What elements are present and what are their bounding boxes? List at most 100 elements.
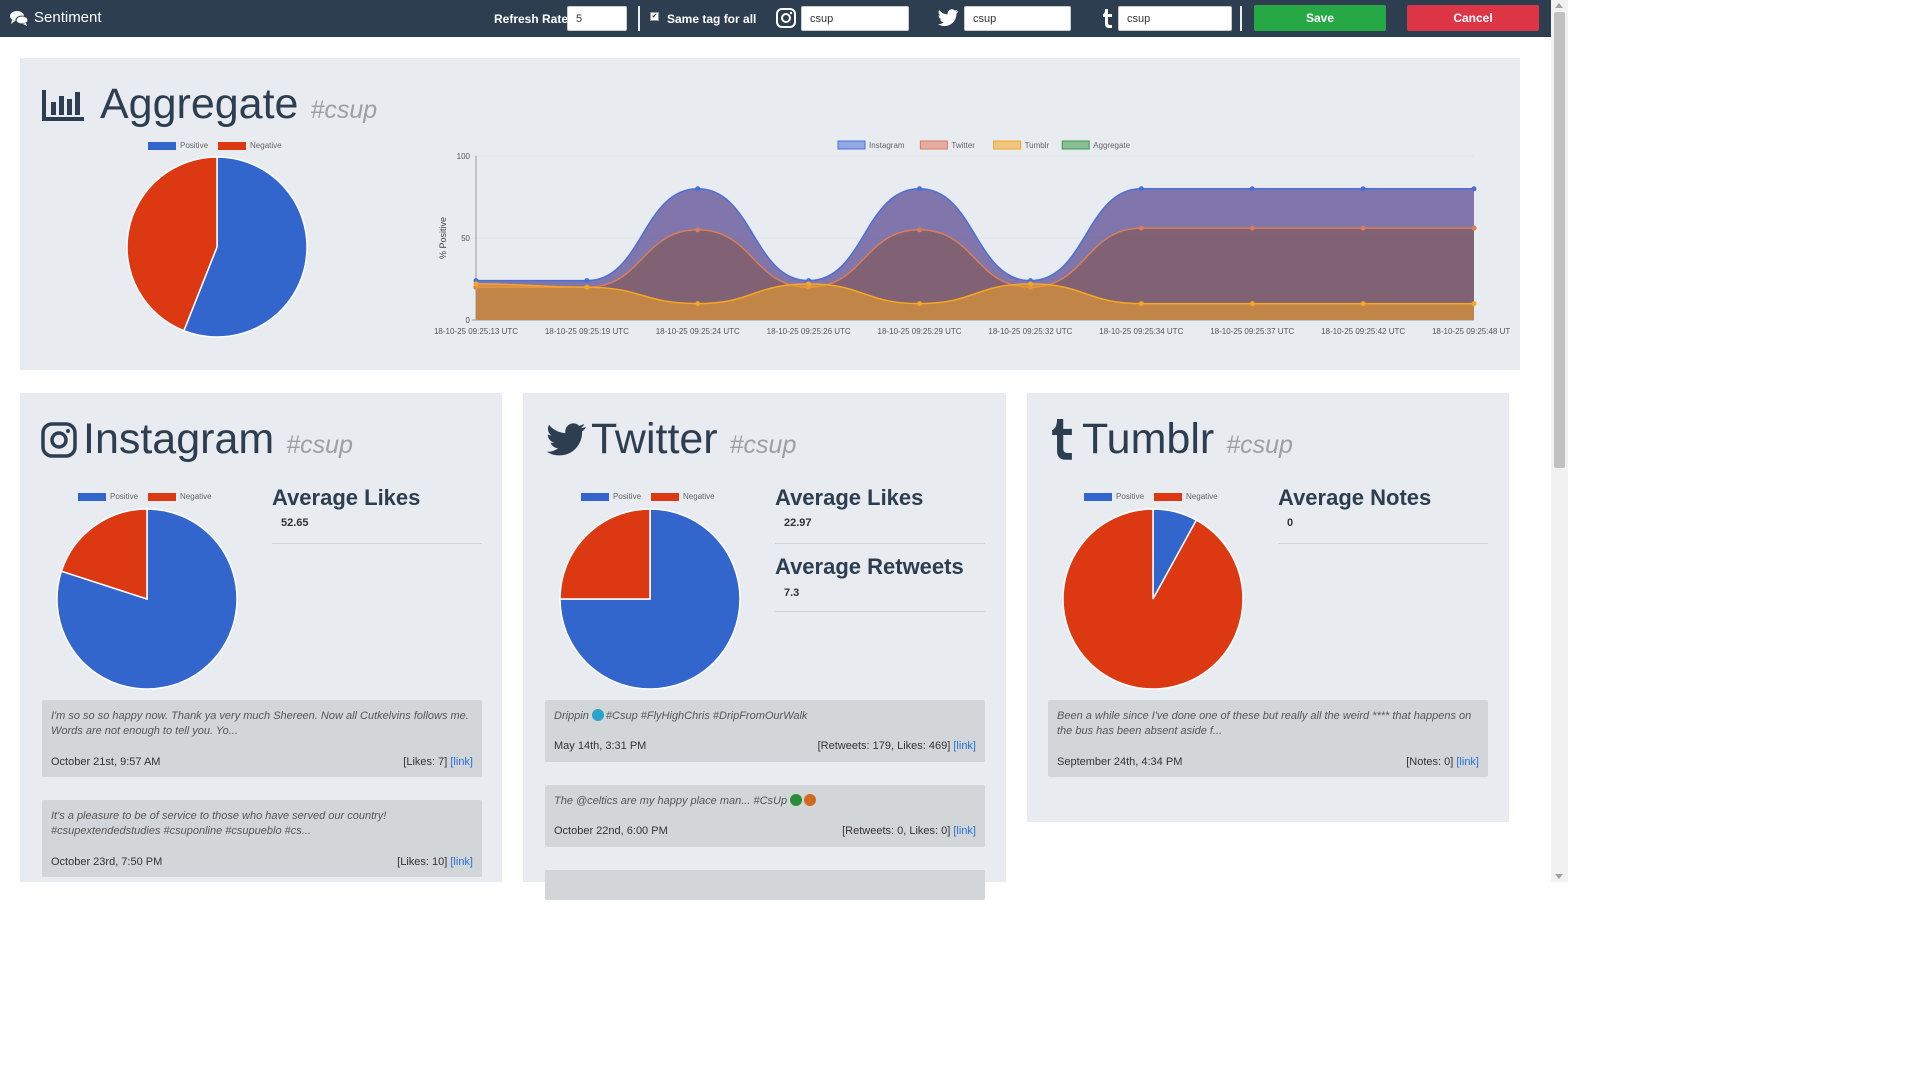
series-point-twitter: [1471, 225, 1477, 231]
scroll-up-arrow-icon[interactable]: [1555, 3, 1563, 8]
y-axis-label: % Positive: [438, 217, 448, 259]
aggregate-title: Aggregate: [100, 80, 299, 128]
post-text-part: Drippin: [554, 710, 589, 722]
instagram-pie-legend: Positive Negative: [78, 492, 212, 501]
post-link[interactable]: [link]: [450, 756, 473, 768]
series-point-tumblr: [917, 301, 923, 307]
scroll-down-arrow-icon[interactable]: [1555, 874, 1563, 879]
series-point-twitter: [1360, 225, 1366, 231]
post-card: I'm so so so happy now. Thank ya very mu…: [42, 700, 482, 777]
cancel-button[interactable]: Cancel: [1407, 5, 1539, 31]
legend-swatch: [919, 140, 948, 150]
aggregate-panel: Aggregate #csup Positive Negative Instag…: [20, 58, 1520, 370]
instagram-icon: [41, 421, 77, 458]
same-tag-checkbox[interactable]: ✔: [650, 12, 659, 21]
series-point-tumblr: [806, 281, 812, 287]
x-tick-label: 18-10-25 09:25:48 UTC: [1432, 327, 1510, 336]
legend-label-positive: Positive: [613, 492, 642, 501]
post-link[interactable]: [link]: [450, 856, 473, 868]
scroll-thumb[interactable]: [1554, 12, 1565, 468]
instagram-title: Instagram: [83, 415, 275, 463]
nav-divider: [638, 6, 640, 31]
twitter-tag-input[interactable]: [964, 6, 1071, 31]
series-point-instagram: [584, 278, 590, 284]
brand[interactable]: Sentiment: [10, 9, 102, 26]
comments-icon: [10, 10, 28, 26]
twitter-panel: Twitter #csup Positive Negative Average …: [523, 393, 1006, 900]
post-link[interactable]: [link]: [953, 740, 976, 752]
legend-swatch-positive: [581, 492, 609, 501]
x-tick-label: 18-10-25 09:25:37 UTC: [1210, 327, 1294, 336]
refresh-rate-input[interactable]: [567, 6, 627, 31]
post-meta: [Notes: 0] [link]: [1406, 756, 1479, 768]
legend-swatch-positive: [78, 492, 106, 501]
post-card: Been a while since I've done one of thes…: [1048, 700, 1488, 777]
legend-swatch: [993, 140, 1022, 150]
tumblr-panel: Tumblr #csup Positive Negative Average N…: [1027, 393, 1509, 822]
post-date: October 22nd, 6:00 PM: [554, 825, 668, 837]
aggregate-tag: #csup: [310, 96, 378, 124]
legend-swatch-negative: [148, 492, 177, 501]
post-text: Been a while since I've done one of thes…: [1057, 710, 1472, 737]
aggregate-line-chart: Instagram Twitter Tumblr Aggregate 0 50 100 % P…: [434, 140, 1510, 336]
post-date: October 23rd, 7:50 PM: [51, 856, 163, 868]
pie-slice-negative: [559, 508, 651, 600]
same-tag-label: Same tag for all: [667, 12, 757, 26]
shamrock-emoji-icon: [790, 794, 803, 806]
series-point-instagram: [695, 186, 701, 192]
x-tick-label: 18-10-25 09:25:13 UTC: [434, 327, 518, 336]
twitter-avg-retweets-label: Average Retweets: [775, 554, 964, 579]
y-tick-label: 100: [457, 152, 471, 161]
legend-label: Aggregate: [1093, 141, 1130, 150]
tumblr-tag-input[interactable]: [1118, 6, 1232, 31]
post-link[interactable]: [link]: [1456, 756, 1479, 768]
post-text: I'm so so so happy now. Thank ya very mu…: [51, 710, 469, 737]
instagram-panel: Instagram #csup Positive Negative Averag…: [20, 393, 502, 882]
post-date: October 21st, 9:57 AM: [51, 756, 161, 768]
legend-swatch-negative: [651, 492, 680, 501]
legend-label-positive: Positive: [180, 141, 209, 150]
legend-label-positive: Positive: [110, 492, 139, 501]
legend-label-positive: Positive: [1116, 492, 1145, 501]
save-button[interactable]: Save: [1254, 5, 1386, 31]
instagram-header: Instagram #csup: [41, 415, 353, 464]
post-date: September 24th, 4:34 PM: [1057, 756, 1183, 768]
x-tick-label: 18-10-25 09:25:34 UTC: [1099, 327, 1183, 336]
post-text: Drippin #Csup #FlyHighChris #DripFromOur…: [554, 709, 976, 724]
series-point-tumblr: [473, 281, 479, 287]
x-tick-label: 18-10-25 09:25:29 UTC: [878, 327, 962, 336]
post-link[interactable]: [link]: [953, 825, 976, 837]
brand-name: Sentiment: [34, 9, 102, 26]
post-card: Drippin #Csup #FlyHighChris #DripFromOur…: [545, 700, 985, 762]
twitter-avg-retweets-value: 7.3: [784, 587, 800, 599]
twitter-avg-likes-value: 22.97: [784, 517, 812, 529]
twitter-title: Twitter: [591, 415, 718, 463]
x-tick-label: 18-10-25 09:25:19 UTC: [545, 327, 629, 336]
series-point-tumblr: [1360, 301, 1366, 307]
instagram-tag-input[interactable]: [801, 6, 909, 31]
post-text-part: #Csup #FlyHighChris #DripFromOurWalk: [605, 710, 808, 722]
line-chart-legend: Instagram Twitter Tumblr Aggregate: [837, 140, 1131, 150]
page-scrollbar[interactable]: [1551, 0, 1568, 882]
legend-label-negative: Negative: [250, 141, 282, 150]
series-point-twitter: [1249, 225, 1255, 231]
legend-label-negative: Negative: [180, 492, 212, 501]
aggregate-header: Aggregate #csup: [42, 80, 377, 129]
post-stats: [Likes: 10]: [397, 856, 448, 868]
series-point-instagram: [1138, 186, 1144, 192]
series-point-instagram: [917, 186, 923, 192]
post-meta: [Likes: 10] [link]: [397, 856, 473, 868]
football-emoji-icon: [804, 794, 817, 806]
x-tick-label: 18-10-25 09:25:24 UTC: [656, 327, 740, 336]
post-text-part: The @celtics are my happy place man... #…: [554, 795, 788, 807]
bar-chart-icon: [42, 89, 84, 121]
post-date: May 14th, 3:31 PM: [554, 740, 647, 752]
series-point-twitter: [917, 227, 923, 233]
aggregate-pie-chart: [126, 156, 308, 338]
post-meta: [Retweets: 0, Likes: 0] [link]: [842, 825, 976, 837]
pie-slice-negative: [1062, 508, 1244, 690]
series-point-tumblr: [1471, 301, 1477, 307]
post-stats: [Likes: 7]: [403, 756, 448, 768]
instagram-avg-likes-value: 52.65: [281, 517, 309, 529]
legend-label: Instagram: [869, 141, 905, 150]
